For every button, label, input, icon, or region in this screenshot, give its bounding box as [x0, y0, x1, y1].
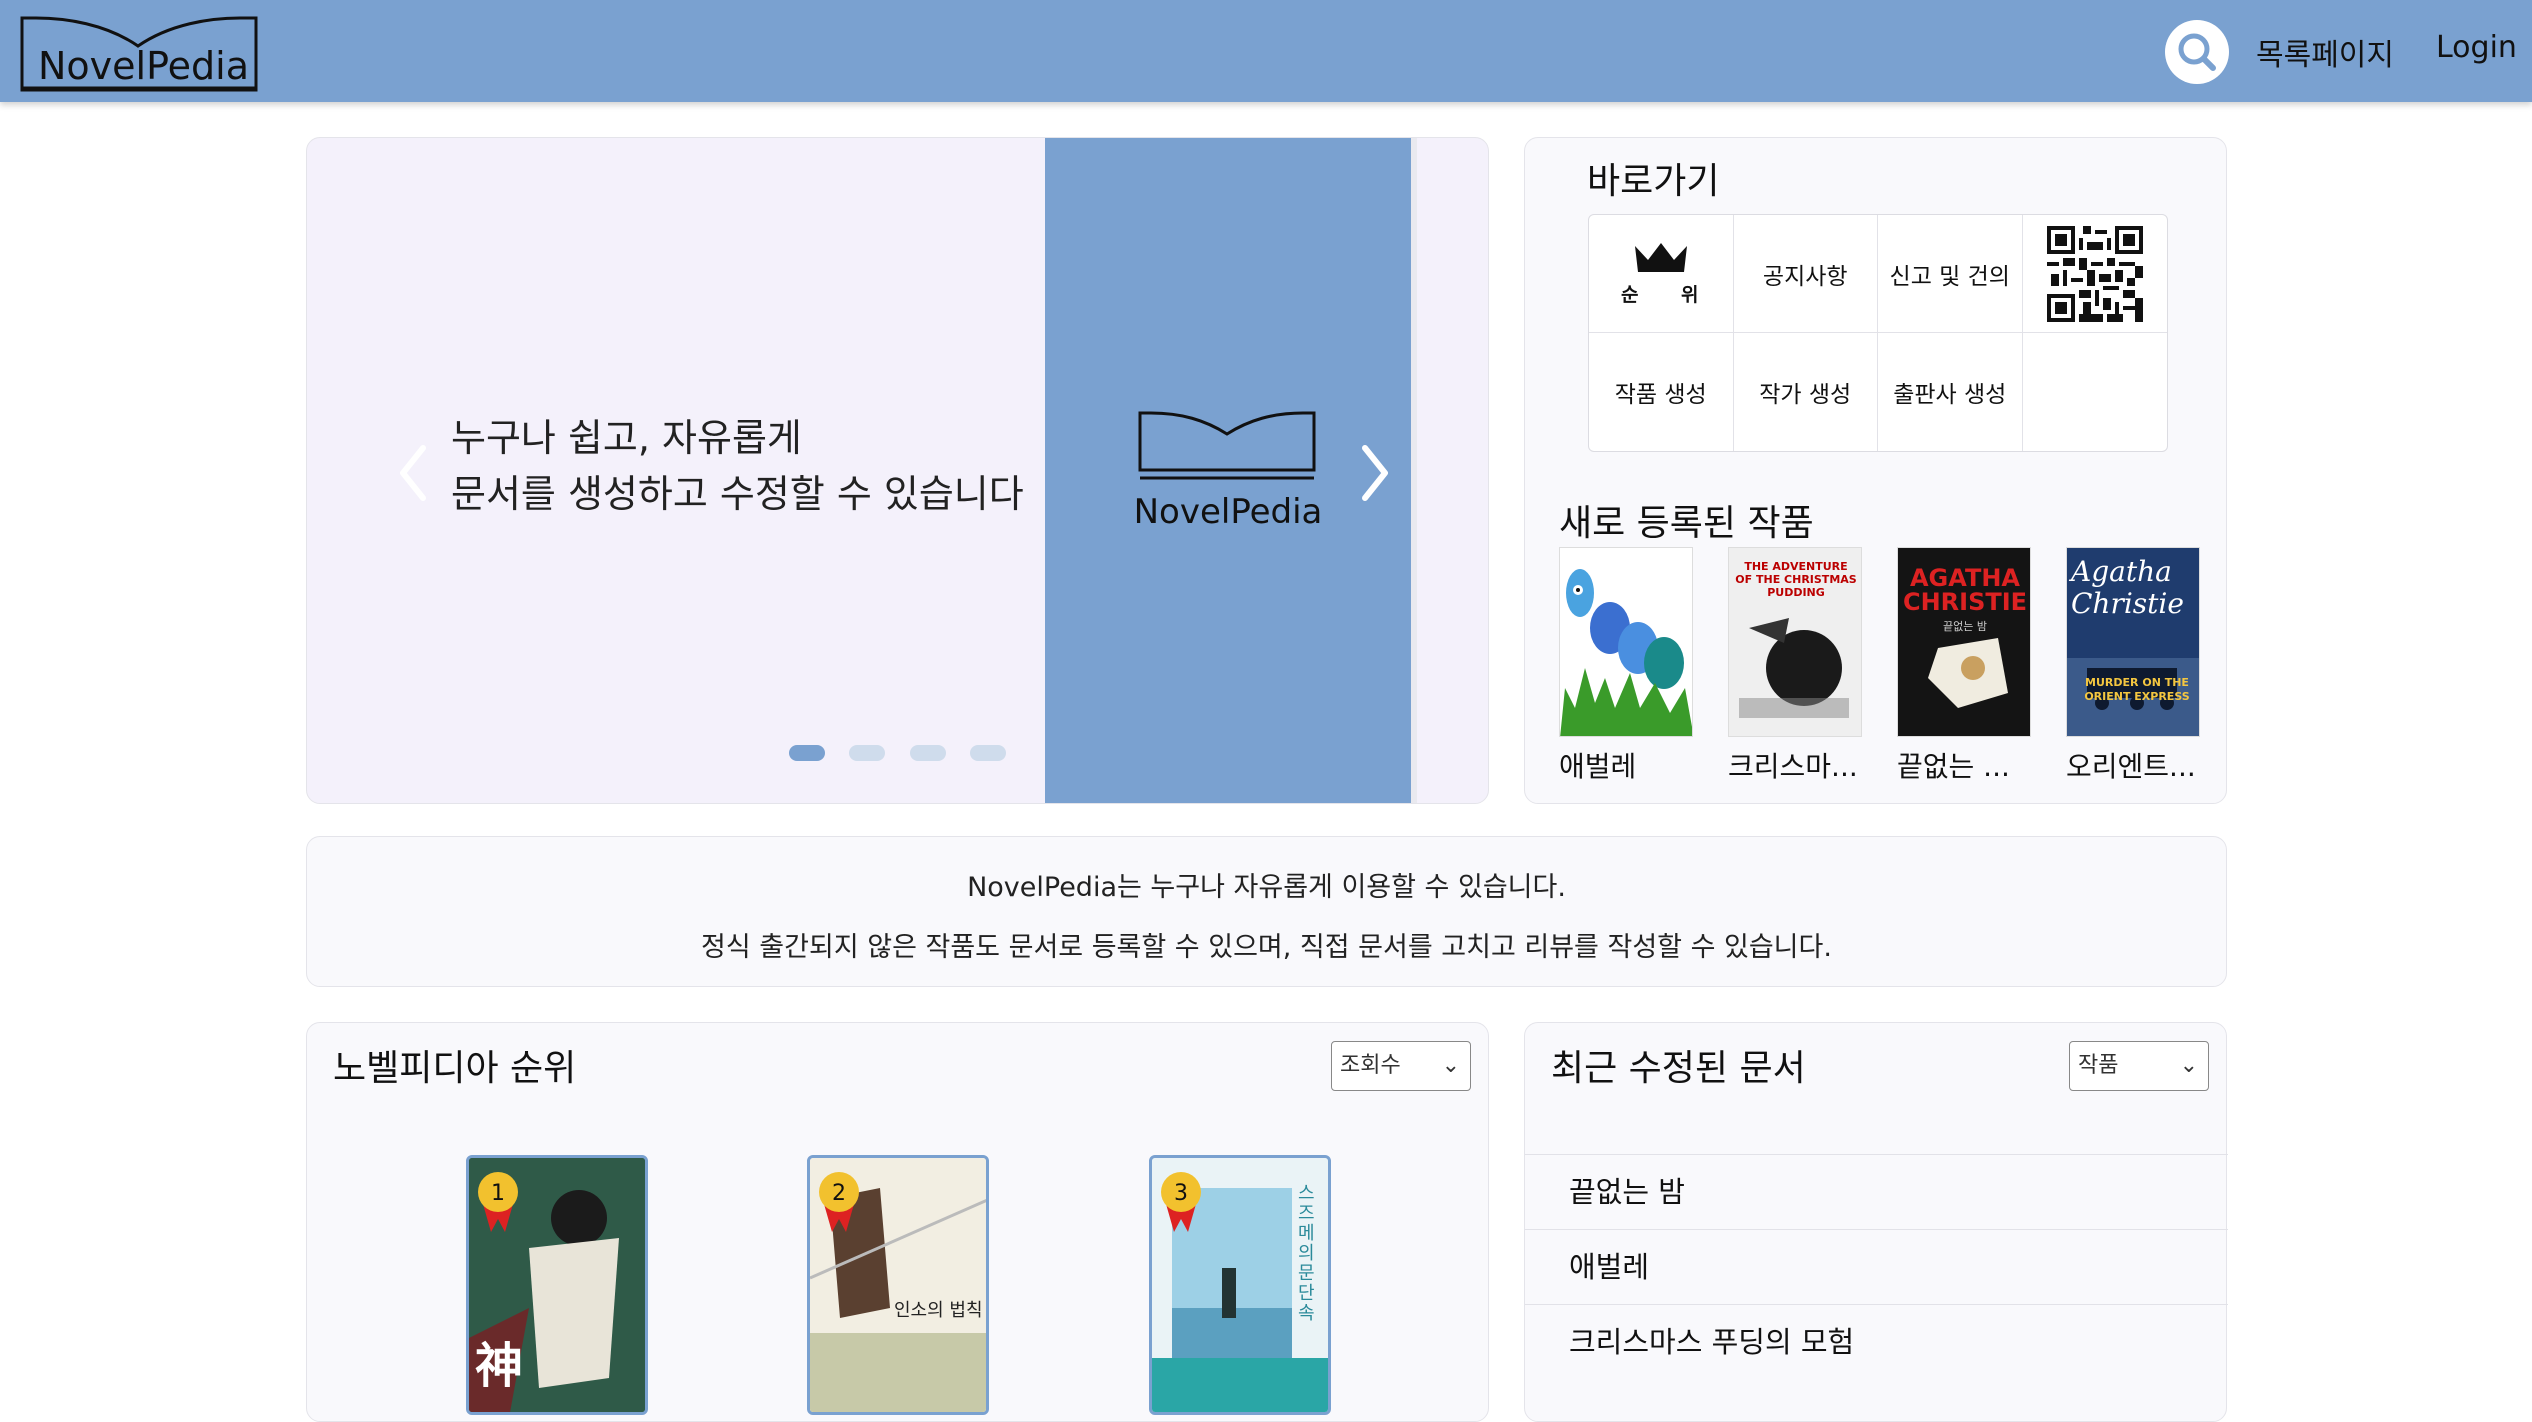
bronze-medal-icon: 3: [1161, 1172, 1201, 1232]
ranking-sort-value: 조회수: [1340, 1053, 1401, 1078]
recent-filter-value: 작품: [2078, 1053, 2119, 1078]
carousel-dot-2[interactable]: [849, 745, 885, 761]
shortcut-panel: 바로가기 순 위 공지사항 신고 및 건의 작품 생성 작가 생성 출판사 생성…: [1524, 137, 2227, 804]
ranking-panel: 노벨피디아 순위 조회수 ⌄ 神 1 인소의 법칙 2 스즈메의 문단속 3: [306, 1022, 1489, 1422]
shortcut-report[interactable]: 신고 및 건의: [1878, 215, 2023, 333]
orient-cover-script: Agatha Christie: [2071, 555, 2184, 620]
hero-carousel: 누구나 쉽고, 자유롭게 문서를 생성하고 수정할 수 있습니다 NovelPe…: [306, 137, 1489, 804]
site-info-box: NovelPedia는 누구나 자유롭게 이용할 수 있습니다. 정식 출간되지…: [306, 836, 2227, 987]
book-cover: THE ADVENTURE OF THE CHRISTMAS PUDDING: [1728, 547, 1862, 737]
recent-edits-panel: 최근 수정된 문서 작품 ⌄ 끝없는 밤 애벌레 크리스마스 푸딩의 모험: [1524, 1022, 2228, 1422]
shortcut-grid: 순 위 공지사항 신고 및 건의 작품 생성 작가 생성 출판사 생성: [1588, 214, 2168, 452]
shortcut-title: 바로가기: [1587, 161, 1720, 202]
shortcut-report-label: 신고 및 건의: [1889, 263, 2010, 290]
caterpillar-cover-image: [1560, 569, 1692, 736]
crown-icon: [1634, 243, 1687, 272]
shortcut-notice[interactable]: 공지사항: [1733, 215, 1878, 333]
new-work-title: 크리스마...: [1728, 750, 1858, 783]
login-link[interactable]: Login: [2436, 30, 2517, 65]
shortcut-create-publisher-label: 출판사 생성: [1893, 382, 2007, 408]
orient-cover-title: MURDER ON THE ORIENT EXPRESS: [2084, 676, 2190, 703]
list-page-link[interactable]: 목록페이지: [2256, 30, 2394, 74]
ranking-book-3[interactable]: 스즈메의 문단속 3: [1149, 1155, 1331, 1415]
svg-text:1: 1: [491, 1181, 505, 1206]
agatha-cover-text: AGATHA CHRISTIE: [1902, 564, 2028, 616]
new-work-item[interactable]: THE ADVENTURE OF THE CHRISTMAS PUDDING 크…: [1728, 547, 1862, 785]
recent-filter-select[interactable]: 작품 ⌄: [2069, 1041, 2209, 1091]
top-header: NovelPedia 목록페이지 Login: [0, 0, 2532, 102]
shortcut-create-publisher[interactable]: 출판사 생성: [1878, 333, 2023, 451]
new-work-item[interactable]: Agatha Christie MURDER ON THE ORIENT EXP…: [2066, 547, 2200, 785]
shortcut-create-author[interactable]: 작가 생성: [1734, 333, 1878, 451]
rank-3-cover-text: 스즈메의 문단속: [1298, 1183, 1315, 1324]
book-cover: Agatha Christie MURDER ON THE ORIENT EXP…: [2066, 547, 2200, 737]
shortcut-ranking-label: 순 위: [1620, 284, 1717, 306]
shortcut-qr[interactable]: [2022, 215, 2167, 333]
slide-caption: 누구나 쉽고, 자유롭게 문서를 생성하고 수정할 수 있습니다: [451, 410, 1024, 522]
search-icon: [2178, 33, 2216, 71]
recent-title: 최근 수정된 문서: [1551, 1048, 1806, 1089]
shortcut-create-work-label: 작품 생성: [1614, 382, 1707, 408]
chevron-right-icon: [1362, 445, 1388, 501]
book-logo-icon: [1138, 411, 1316, 480]
rank-1-cover-text: 神: [475, 1338, 524, 1394]
new-work-title: 끝없는 ...: [1897, 750, 2010, 783]
ranking-title: 노벨피디아 순위: [333, 1048, 577, 1089]
new-work-item[interactable]: 애벌레: [1559, 547, 1693, 785]
chevron-down-icon: ⌄: [1441, 1053, 1460, 1078]
shortcut-ranking[interactable]: 순 위: [1589, 215, 1734, 333]
recent-item[interactable]: 애벌레: [1525, 1229, 2228, 1304]
info-line-1: NovelPedia는 누구나 자유롭게 이용할 수 있습니다.: [967, 872, 1566, 903]
info-line-2: 정식 출간되지 않은 작품도 문서로 등록할 수 있으며, 직접 문서를 고치고…: [701, 932, 1832, 963]
chevron-left-icon: [400, 445, 426, 501]
svg-text:3: 3: [1174, 1181, 1188, 1206]
carousel-dot-3[interactable]: [910, 745, 946, 761]
shortcut-empty: [2023, 333, 2168, 451]
new-work-title: 애벌레: [1559, 750, 1637, 783]
shortcut-create-author-label: 작가 생성: [1759, 382, 1852, 408]
ranking-book-1[interactable]: 神 1: [466, 1155, 648, 1415]
rank-2-cover-text: 인소의 법칙: [894, 1300, 983, 1321]
carousel-dot-4[interactable]: [970, 745, 1006, 761]
ranking-sort-select[interactable]: 조회수 ⌄: [1331, 1041, 1471, 1091]
christmas-cover-text: THE ADVENTURE OF THE CHRISTMAS PUDDING: [1735, 560, 1857, 599]
next-slide-edge: [1411, 138, 1417, 803]
book-cover: AGATHA CHRISTIE 끝없는 밤: [1897, 547, 2031, 737]
ranking-book-2[interactable]: 인소의 법칙 2: [807, 1155, 989, 1415]
svg-text:2: 2: [832, 1181, 846, 1206]
recent-item[interactable]: 끝없는 밤: [1525, 1154, 2228, 1229]
carousel-next-button[interactable]: [1355, 438, 1395, 508]
new-work-item[interactable]: AGATHA CHRISTIE 끝없는 밤 끝없는 ...: [1897, 547, 2031, 785]
gold-medal-icon: 1: [478, 1172, 518, 1232]
slide-caption-line1: 누구나 쉽고, 자유롭게: [451, 416, 802, 460]
new-work-title: 오리엔트...: [2066, 750, 2196, 783]
shortcut-create-work[interactable]: 작품 생성: [1589, 333, 1734, 451]
new-works-title: 새로 등록된 작품: [1559, 503, 1814, 544]
agatha-cover-subtitle: 끝없는 밤: [1943, 620, 1987, 633]
carousel-prev-button[interactable]: [393, 438, 433, 508]
qr-code-icon: [2046, 225, 2143, 322]
chevron-down-icon: ⌄: [2179, 1053, 2198, 1078]
carousel-dot-1[interactable]: [789, 745, 825, 761]
recent-item[interactable]: 크리스마스 푸딩의 모험: [1525, 1304, 2228, 1379]
novelpedia-logo[interactable]: NovelPedia: [20, 16, 260, 94]
book-cover: [1559, 547, 1693, 737]
search-button[interactable]: [2165, 20, 2229, 84]
slide-logo: NovelPedia: [1134, 410, 1322, 532]
logo-text: NovelPedia: [38, 44, 250, 88]
slide-caption-line2: 문서를 생성하고 수정할 수 있습니다: [451, 472, 1024, 516]
silver-medal-icon: 2: [819, 1172, 859, 1232]
shortcut-notice-label: 공지사항: [1762, 263, 1848, 290]
